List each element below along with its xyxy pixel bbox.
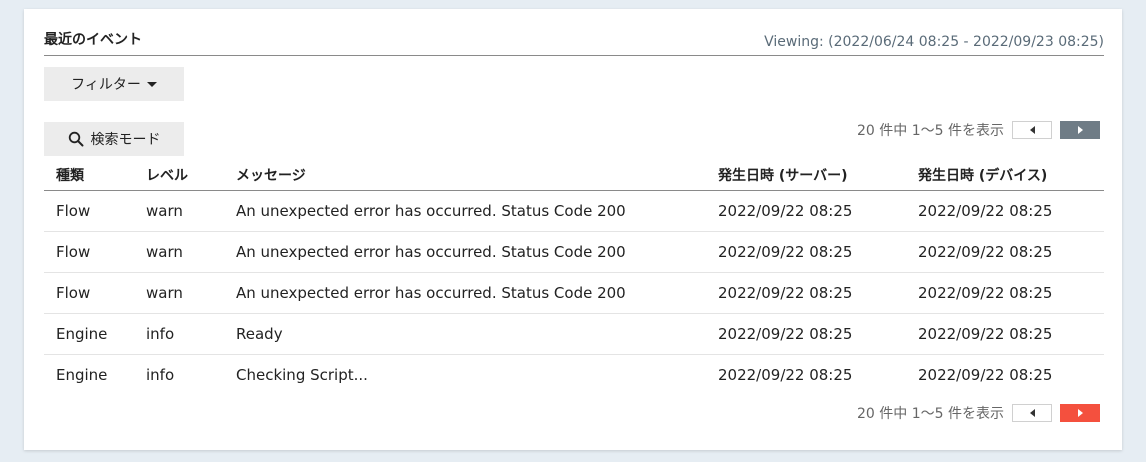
col-header-message: メッセージ bbox=[224, 160, 706, 191]
viewing-range: Viewing: (2022/06/24 08:25 - 2022/09/23 … bbox=[764, 34, 1104, 50]
cell-level: info bbox=[146, 366, 175, 384]
cell-level: warn bbox=[134, 272, 224, 314]
col-header-device-time: 発生日時 (デバイス) bbox=[906, 160, 1104, 191]
pagination-text: 20 件中 1〜5 件を表示 bbox=[857, 406, 1004, 422]
next-page-button[interactable] bbox=[1060, 404, 1100, 422]
recent-events-panel: 最近のイベント Viewing: (2022/06/24 08:25 - 202… bbox=[24, 9, 1122, 450]
title-divider bbox=[44, 55, 1104, 56]
arrow-right-icon bbox=[1077, 126, 1083, 134]
cell-server-time: 2022/09/22 08:25 bbox=[718, 366, 853, 384]
search-icon bbox=[68, 131, 83, 147]
table-row: Engine info Ready 2022/09/22 08:25 2022/… bbox=[44, 313, 1104, 355]
table-row: Flow warn An unexpected error has occurr… bbox=[44, 231, 1104, 273]
cell-device-time: 2022/09/22 08:25 bbox=[906, 231, 1104, 273]
cell-level: warn bbox=[134, 190, 224, 232]
col-header-level: レベル bbox=[134, 160, 224, 191]
cell-server-time: 2022/09/22 08:25 bbox=[706, 313, 906, 355]
search-mode-button[interactable]: 検索モード bbox=[44, 122, 184, 156]
cell-message: An unexpected error has occurred. Status… bbox=[224, 231, 706, 273]
table-header-row: 種類 レベル メッセージ 発生日時 (サーバー) 発生日時 (デバイス) bbox=[44, 160, 1104, 191]
cell-message: An unexpected error has occurred. Status… bbox=[224, 190, 706, 232]
pagination-top: 20 件中 1〜5 件を表示 bbox=[857, 120, 1100, 140]
cell-device-time: 2022/09/22 08:25 bbox=[906, 190, 1104, 232]
filter-button[interactable]: フィルター bbox=[44, 67, 184, 101]
cell-message: Checking Script... bbox=[236, 366, 368, 384]
cell-device-time: 2022/09/22 08:25 bbox=[906, 313, 1104, 355]
cell-server-time: 2022/09/22 08:25 bbox=[706, 190, 906, 232]
cell-type: Engine bbox=[56, 366, 108, 384]
cell-type: Flow bbox=[44, 272, 134, 314]
table-row: Engine info Checking Script... 2022/09/2… bbox=[44, 355, 1104, 396]
cell-level: warn bbox=[134, 231, 224, 273]
cell-server-time: 2022/09/22 08:25 bbox=[706, 272, 906, 314]
panel-title: 最近のイベント bbox=[44, 32, 142, 48]
col-header-server-time: 発生日時 (サーバー) bbox=[706, 160, 906, 191]
filter-button-label: フィルター bbox=[71, 77, 141, 93]
cell-device-time: 2022/09/22 08:25 bbox=[918, 366, 1053, 384]
arrow-left-icon bbox=[1029, 126, 1035, 134]
table-row: Flow warn An unexpected error has occurr… bbox=[44, 272, 1104, 314]
cell-type: Flow bbox=[44, 190, 134, 232]
prev-page-button[interactable] bbox=[1012, 404, 1052, 422]
prev-page-button[interactable] bbox=[1012, 121, 1052, 139]
cell-type: Engine bbox=[44, 313, 134, 355]
cell-message: Ready bbox=[224, 313, 706, 355]
pagination-text: 20 件中 1〜5 件を表示 bbox=[857, 123, 1004, 139]
cell-device-time: 2022/09/22 08:25 bbox=[906, 272, 1104, 314]
arrow-right-icon bbox=[1077, 409, 1083, 417]
col-header-type: 種類 bbox=[44, 160, 134, 191]
cell-level: info bbox=[134, 313, 224, 355]
cell-server-time: 2022/09/22 08:25 bbox=[706, 231, 906, 273]
events-table: 種類 レベル メッセージ 発生日時 (サーバー) 発生日時 (デバイス) Flo… bbox=[44, 160, 1104, 395]
caret-down-icon bbox=[146, 81, 157, 87]
next-page-button[interactable] bbox=[1060, 121, 1100, 139]
cell-type: Flow bbox=[44, 231, 134, 273]
table-row: Flow warn An unexpected error has occurr… bbox=[44, 190, 1104, 232]
arrow-left-icon bbox=[1029, 409, 1035, 417]
pagination-bottom: 20 件中 1〜5 件を表示 bbox=[857, 403, 1100, 423]
cell-message: An unexpected error has occurred. Status… bbox=[224, 272, 706, 314]
search-mode-label: 検索モード bbox=[90, 132, 161, 148]
